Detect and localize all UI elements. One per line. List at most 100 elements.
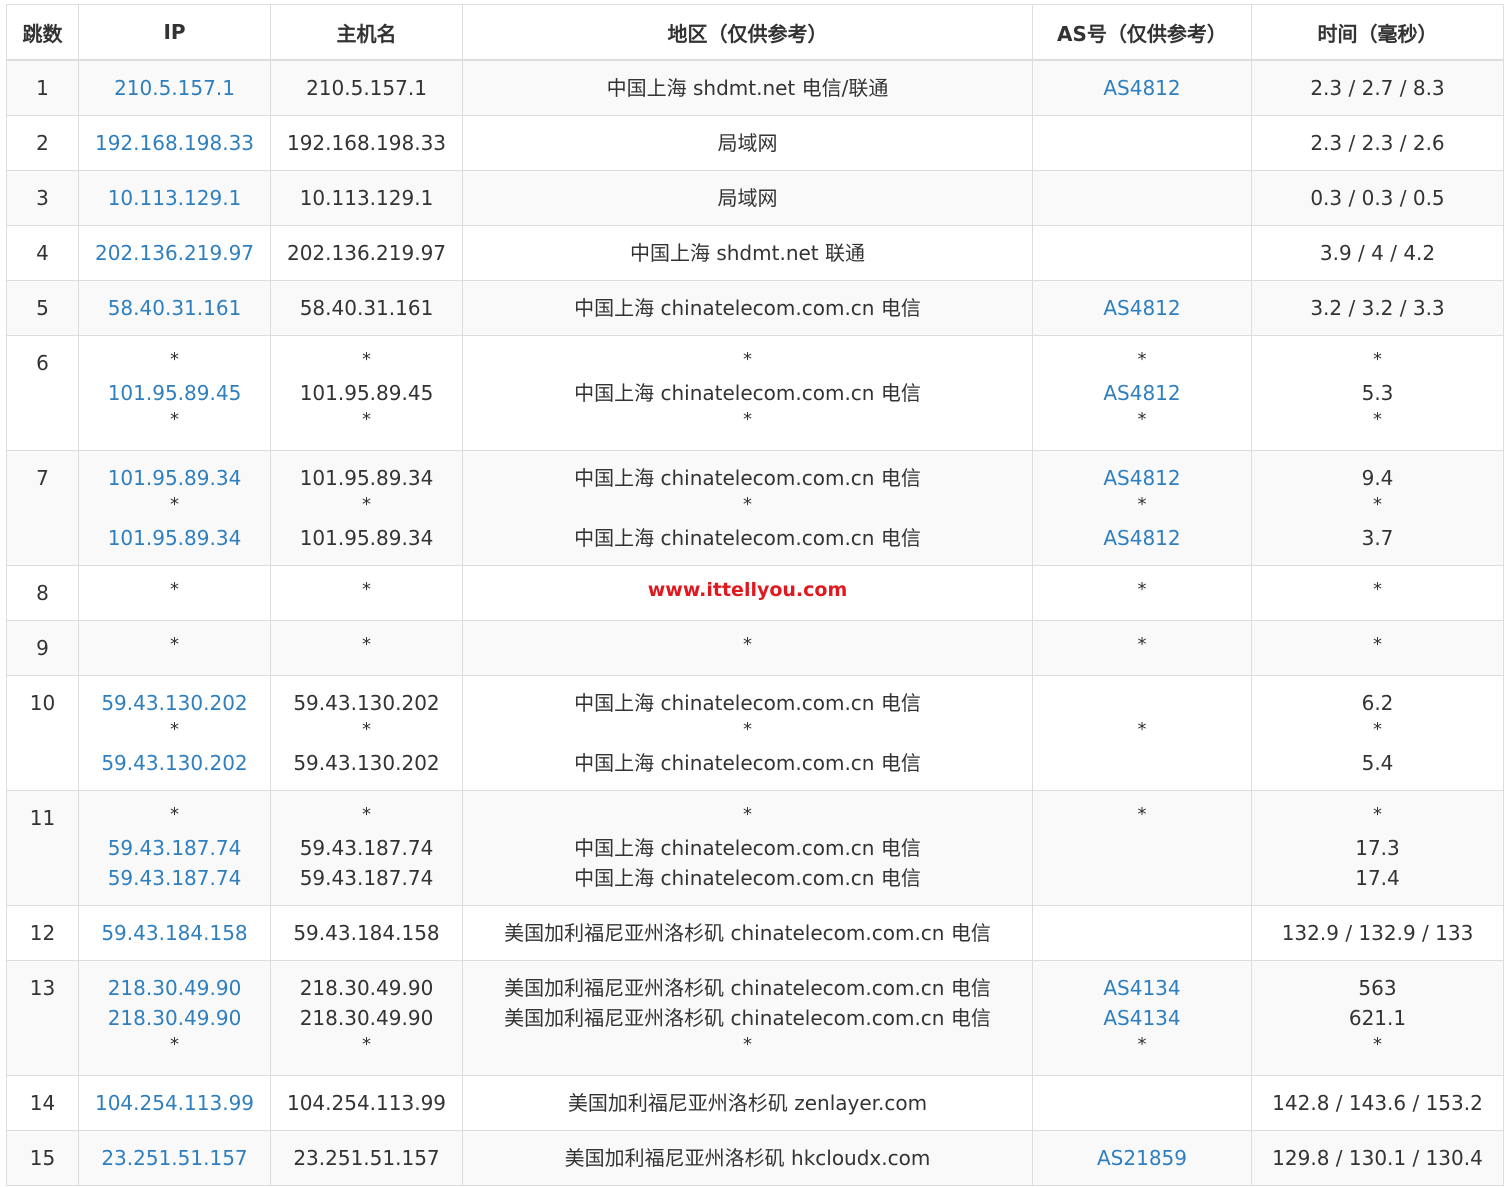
cell-line: [1033, 748, 1251, 778]
hop-number: 2: [6, 114, 79, 171]
cell-line: 10.113.129.1: [79, 183, 270, 213]
ip-link[interactable]: 59.43.184.158: [101, 921, 247, 945]
as-link[interactable]: AS4812: [1103, 466, 1180, 490]
timeout-star: *: [362, 803, 371, 825]
timeout-star: *: [1137, 348, 1147, 370]
timeout-star: *: [1137, 718, 1147, 740]
ip-link[interactable]: 218.30.49.90: [108, 976, 242, 1000]
ip-link[interactable]: 101.95.89.45: [108, 381, 242, 405]
as-number-cell: AS21859: [1032, 1129, 1252, 1186]
cell-line: 59.43.187.74: [299, 865, 434, 890]
ip-link[interactable]: 202.136.219.97: [95, 241, 254, 265]
as-link[interactable]: AS4134: [1103, 976, 1180, 1000]
cell-line: [1033, 863, 1251, 893]
ip-link[interactable]: 104.254.113.99: [95, 1091, 254, 1115]
hop-number-text: 14: [29, 1090, 56, 1115]
cell-line: [1033, 128, 1251, 158]
as-number-cell: [1032, 114, 1252, 171]
header-region: 地区（仅供参考）: [462, 4, 1033, 61]
ip-cell: 218.30.49.90 218.30.49.90 *: [78, 959, 271, 1076]
as-number-cell: AS4812: [1032, 59, 1252, 116]
hop-number-text: 12: [29, 920, 56, 945]
timeout-star: *: [170, 803, 179, 825]
ip-cell: 10.113.129.1: [78, 169, 271, 226]
cell-line: 3.9 / 4 / 4.2: [1319, 240, 1436, 265]
timeout-star: *: [743, 1033, 752, 1055]
cell-line: 中国上海 chinatelecom.com.cn 电信: [574, 865, 921, 890]
cell-line: 621.1: [1348, 1005, 1407, 1030]
cell-line: 2.3 / 2.3 / 2.6: [1310, 130, 1445, 155]
header-hop: 跳数: [6, 4, 79, 61]
cell-line: AS21859: [1033, 1143, 1251, 1173]
timeout-star: *: [170, 348, 179, 370]
hop-number: 3: [6, 169, 79, 226]
hostname-cell: * 101.95.89.45 *: [270, 334, 463, 451]
timeout-star: *: [1373, 578, 1382, 600]
cell-line: 59.43.187.74: [79, 833, 270, 863]
as-link[interactable]: AS4812: [1103, 76, 1180, 100]
time-cell: 132.9 / 132.9 / 133: [1251, 904, 1504, 961]
ip-link[interactable]: 59.43.187.74: [108, 836, 242, 860]
hop-number-text: 10: [29, 690, 56, 715]
time-cell: * 17.3 17.4: [1251, 789, 1504, 906]
hop-number-text: 3: [36, 185, 49, 210]
ip-link[interactable]: 59.43.130.202: [101, 691, 247, 715]
hop-number: 15: [6, 1129, 79, 1186]
as-link[interactable]: AS4812: [1103, 526, 1180, 550]
timeout-star: *: [1137, 493, 1147, 515]
ip-link[interactable]: 192.168.198.33: [95, 131, 254, 155]
cell-line: 101.95.89.45: [79, 378, 270, 408]
time-cell: 3.2 / 3.2 / 3.3: [1251, 279, 1504, 336]
ip-link[interactable]: 101.95.89.34: [108, 526, 242, 550]
as-link[interactable]: AS21859: [1097, 1146, 1187, 1170]
ip-link[interactable]: 10.113.129.1: [108, 186, 242, 210]
time-cell: *: [1251, 564, 1504, 621]
cell-line: 210.5.157.1: [79, 73, 270, 103]
cell-line: 中国上海 chinatelecom.com.cn 电信: [574, 525, 921, 550]
table-row: 11 * 59.43.187.74 59.43.187.74 * 59.43.187.74…: [6, 789, 1504, 906]
timeout-star: *: [170, 718, 179, 740]
ip-link[interactable]: 58.40.31.161: [108, 296, 242, 320]
cell-line: 10.113.129.1: [299, 185, 434, 210]
cell-line: [1033, 833, 1251, 863]
cell-line: [1033, 918, 1251, 948]
hop-number-text: 6: [36, 350, 49, 375]
as-link[interactable]: AS4134: [1103, 1006, 1180, 1030]
cell-line: AS4812: [1033, 73, 1251, 103]
table-row: 3 10.113.129.1 10.113.129.1 局域网 0.3 / 0.3 / …: [6, 169, 1504, 226]
ip-cell: *: [78, 564, 271, 621]
cell-line: 59.43.187.74: [299, 835, 434, 860]
timeout-star: *: [362, 578, 371, 600]
hostname-cell: 192.168.198.33: [270, 114, 463, 171]
hop-number: 13: [6, 959, 79, 1076]
cell-line: 563: [1358, 975, 1397, 1000]
timeout-star: *: [743, 718, 752, 740]
time-cell: 2.3 / 2.3 / 2.6: [1251, 114, 1504, 171]
ip-link[interactable]: 218.30.49.90: [108, 1006, 242, 1030]
ip-link[interactable]: 101.95.89.34: [108, 466, 242, 490]
cell-line: AS4812: [1033, 523, 1251, 553]
ip-link[interactable]: 59.43.130.202: [101, 751, 247, 775]
timeout-star: *: [362, 1033, 371, 1055]
ip-cell: 101.95.89.34 * 101.95.89.34: [78, 449, 271, 566]
as-link[interactable]: AS4812: [1103, 381, 1180, 405]
as-link[interactable]: AS4812: [1103, 296, 1180, 320]
hop-number: 9: [6, 619, 79, 676]
region-cell: 中国上海 shdmt.net 联通: [462, 224, 1033, 281]
hop-number: 10: [6, 674, 79, 791]
hop-number-text: 15: [29, 1145, 56, 1170]
region-cell: 局域网: [462, 114, 1033, 171]
cell-line: AS4812: [1033, 293, 1251, 323]
cell-line: 美国加利福尼亚州洛杉矶 chinatelecom.com.cn 电信: [504, 975, 991, 1000]
cell-line: 5.3: [1361, 380, 1394, 405]
cell-line: 中国上海 chinatelecom.com.cn 电信: [574, 750, 921, 775]
timeout-star: *: [743, 408, 752, 430]
hop-number: 8: [6, 564, 79, 621]
timeout-star: *: [1137, 803, 1147, 825]
ip-link[interactable]: 59.43.187.74: [108, 866, 242, 890]
cell-line: 142.8 / 143.6 / 153.2: [1272, 1090, 1483, 1115]
cell-line: 59.43.130.202: [293, 690, 440, 715]
ip-link[interactable]: 210.5.157.1: [114, 76, 235, 100]
cell-line: 中国上海 chinatelecom.com.cn 电信: [574, 465, 921, 490]
ip-link[interactable]: 23.251.51.157: [101, 1146, 247, 1170]
